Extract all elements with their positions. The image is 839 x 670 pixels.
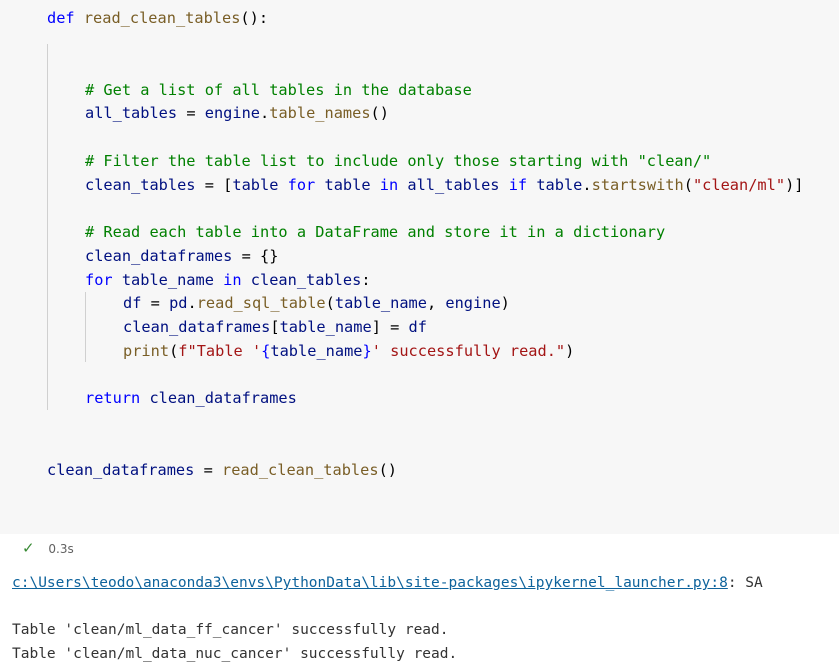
- code-token: ():: [240, 9, 269, 27]
- code-token: return: [85, 389, 150, 407]
- code-token: for: [278, 176, 325, 194]
- code-token: ] =: [371, 318, 409, 336]
- output-line: Table 'clean/ml_data_ff_cancer' successf…: [12, 622, 449, 638]
- code-token: # Filter the table list to include only …: [85, 152, 712, 170]
- code-token: table_names: [269, 104, 371, 122]
- code-line: clean_dataframes = {}: [85, 245, 278, 267]
- code-token: table: [536, 176, 583, 194]
- code-token: for: [85, 271, 122, 289]
- indent-guide-loop: [85, 292, 86, 362]
- code-token: ,: [426, 294, 446, 312]
- code-token: table: [232, 176, 279, 194]
- code-token: }: [362, 342, 372, 360]
- code-token: clean_dataframes: [47, 461, 195, 479]
- code-token: (: [325, 294, 335, 312]
- code-token: table_name: [334, 294, 427, 312]
- code-token: = {}: [232, 247, 279, 265]
- code-token: =: [177, 104, 205, 122]
- code-token: all_tables: [85, 104, 178, 122]
- code-editor[interactable]: def read_clean_tables(): # Get a list of …: [0, 0, 839, 534]
- code-token: .: [187, 294, 197, 312]
- code-token: [: [270, 318, 280, 336]
- code-line: print(f"Table '{table_name}' successfull…: [123, 340, 574, 362]
- code-token: def: [47, 9, 84, 27]
- code-line: for table_name in clean_tables:: [85, 269, 371, 291]
- cell-execution-status: ✓ 0.3s: [22, 538, 74, 558]
- code-token: =: [194, 461, 222, 479]
- code-token: table: [324, 176, 371, 194]
- code-token: engine: [445, 294, 501, 312]
- code-line: all_tables = engine.table_names(): [85, 102, 389, 124]
- execution-duration: 0.3s: [48, 542, 74, 556]
- code-token: "clean/ml": [692, 176, 786, 194]
- code-token: = [: [195, 176, 233, 194]
- code-token: (): [378, 461, 397, 479]
- code-line: df = pd.read_sql_table(table_name, engin…: [123, 292, 510, 314]
- warning-file-link[interactable]: c:\Users\teodo\anaconda3\envs\PythonData…: [12, 575, 728, 591]
- code-line: clean_dataframes[table_name] = df: [123, 316, 427, 338]
- code-token: clean_dataframes: [123, 318, 271, 336]
- code-line: # Read each table into a DataFrame and s…: [85, 221, 665, 243]
- code-token: all_tables: [407, 176, 500, 194]
- code-token: .: [582, 176, 592, 194]
- code-token: ): [500, 294, 510, 312]
- code-token: table_name: [270, 342, 363, 360]
- output-line: Table 'clean/ml_data_nuc_cancer' success…: [12, 646, 458, 662]
- code-token: =: [141, 294, 170, 312]
- code-line: # Filter the table list to include only …: [85, 150, 711, 172]
- code-token: df: [408, 318, 427, 336]
- code-token: )]: [785, 176, 804, 194]
- code-token: clean_dataframes: [85, 247, 233, 265]
- code-token: (: [169, 342, 179, 360]
- code-token: in: [370, 176, 408, 194]
- code-line: def read_clean_tables():: [47, 7, 268, 29]
- code-token: table_name: [279, 318, 372, 336]
- code-line: return clean_dataframes: [85, 387, 297, 409]
- code-token: in: [213, 271, 251, 289]
- code-token: clean_dataframes: [149, 389, 297, 407]
- warning-suffix: : SA: [727, 575, 763, 591]
- code-line: # Get a list of all tables in the databa…: [85, 79, 472, 101]
- code-token: ): [565, 342, 575, 360]
- code-token: .: [260, 104, 270, 122]
- code-token: clean_tables: [250, 271, 362, 289]
- code-cell[interactable]: def read_clean_tables(): # Get a list of …: [0, 0, 839, 534]
- code-token: {: [261, 342, 271, 360]
- code-token: # Get a list of all tables in the databa…: [85, 81, 472, 99]
- code-token: print: [123, 342, 170, 360]
- code-token: df: [123, 294, 142, 312]
- code-line: clean_dataframes = read_clean_tables(): [47, 459, 397, 481]
- code-token: engine: [204, 104, 261, 122]
- code-token: f"Table ': [178, 342, 262, 360]
- code-token: (): [370, 104, 389, 122]
- indent-guide-function: [47, 44, 48, 410]
- code-token: startswith: [591, 176, 684, 194]
- code-token: ' successfully read.": [371, 342, 566, 360]
- code-token: clean_tables: [85, 176, 196, 194]
- code-line: clean_tables = [table for table in all_t…: [85, 174, 803, 196]
- code-token: pd: [169, 294, 188, 312]
- code-token: read_clean_tables: [83, 9, 241, 27]
- code-token: table_name: [121, 271, 214, 289]
- code-token: (: [683, 176, 693, 194]
- warning-line: c:\Users\teodo\anaconda3\envs\PythonData…: [12, 572, 763, 594]
- code-token: read_sql_table: [196, 294, 326, 312]
- code-token: # Read each table into a DataFrame and s…: [85, 223, 666, 241]
- check-icon: ✓: [22, 539, 35, 557]
- code-token: :: [361, 271, 371, 289]
- code-token: read_clean_tables: [222, 461, 379, 479]
- code-token: if: [499, 176, 537, 194]
- cell-output: c:\Users\teodo\anaconda3\envs\PythonData…: [0, 562, 839, 670]
